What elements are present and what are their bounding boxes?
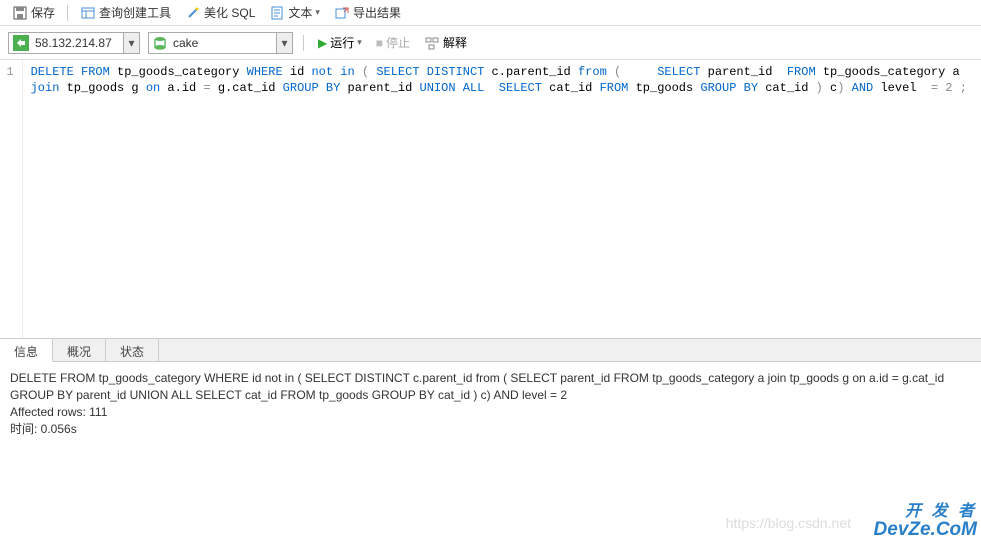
explain-icon [424,35,440,51]
tab-profile[interactable]: 概况 [53,339,106,361]
text-label: 文本 [288,4,312,21]
output-time: 时间: 0.056s [10,421,971,438]
sql-editor[interactable]: 1 DELETE FROM tp_goods_category WHERE id… [0,60,981,338]
run-label: 运行 [330,34,354,51]
separator [303,35,304,51]
connection-bar: 58.132.214.87 ▾ cake ▾ ▶ 运行 ▾ ■ 停止 解释 [0,26,981,60]
text-button[interactable]: 文本 ▾ [265,2,324,23]
export-icon [334,5,350,21]
output-query: DELETE FROM tp_goods_category WHERE id n… [10,370,971,404]
database-value: cake [171,36,276,50]
save-icon [12,5,28,21]
main-toolbar: 保存 查询创建工具 美化 SQL 文本 ▾ 导出结果 [0,0,981,26]
query-builder-button[interactable]: 查询创建工具 [76,2,175,23]
watermark-brand: 开 发 者 DevZe.CoM [874,503,977,539]
watermark-url: https://blog.csdn.net [726,515,851,531]
line-number: 1 [0,64,14,80]
tab-info[interactable]: 信息 [0,339,53,362]
tab-status[interactable]: 状态 [106,339,159,361]
text-icon [269,5,285,21]
code-area[interactable]: DELETE FROM tp_goods_category WHERE id n… [23,60,981,338]
brand-bottom: DevZe.CoM [874,521,977,539]
host-dropdown[interactable]: 58.132.214.87 ▾ [8,32,140,54]
separator [67,5,68,21]
chevron-down-icon: ▾ [276,33,292,53]
beautify-label: 美化 SQL [204,4,255,21]
chevron-down-icon: ▾ [315,7,320,18]
wand-icon [185,5,201,21]
save-button[interactable]: 保存 [8,2,59,23]
stop-icon: ■ [376,36,383,50]
explain-label: 解释 [443,34,467,51]
host-value: 58.132.214.87 [33,36,123,50]
save-label: 保存 [31,4,55,21]
stop-button: ■ 停止 [372,32,414,53]
export-label: 导出结果 [353,4,401,21]
stop-label: 停止 [386,34,410,51]
run-controls: ▶ 运行 ▾ ■ 停止 解释 [314,32,471,53]
database-icon [149,36,171,50]
database-dropdown[interactable]: cake ▾ [148,32,293,54]
export-button[interactable]: 导出结果 [330,2,405,23]
chevron-down-icon: ▾ [357,37,362,48]
line-gutter: 1 [0,60,23,338]
query-builder-label: 查询创建工具 [99,4,171,21]
query-builder-icon [80,5,96,21]
explain-button[interactable]: 解释 [420,32,471,53]
play-icon: ▶ [318,36,327,50]
beautify-sql-button[interactable]: 美化 SQL [181,2,259,23]
output-affected: Affected rows: 111 [10,404,971,421]
chevron-down-icon: ▾ [123,33,139,53]
result-tabs: 信息 概况 状态 [0,338,981,362]
connection-icon [9,35,33,51]
run-button[interactable]: ▶ 运行 ▾ [314,32,366,53]
